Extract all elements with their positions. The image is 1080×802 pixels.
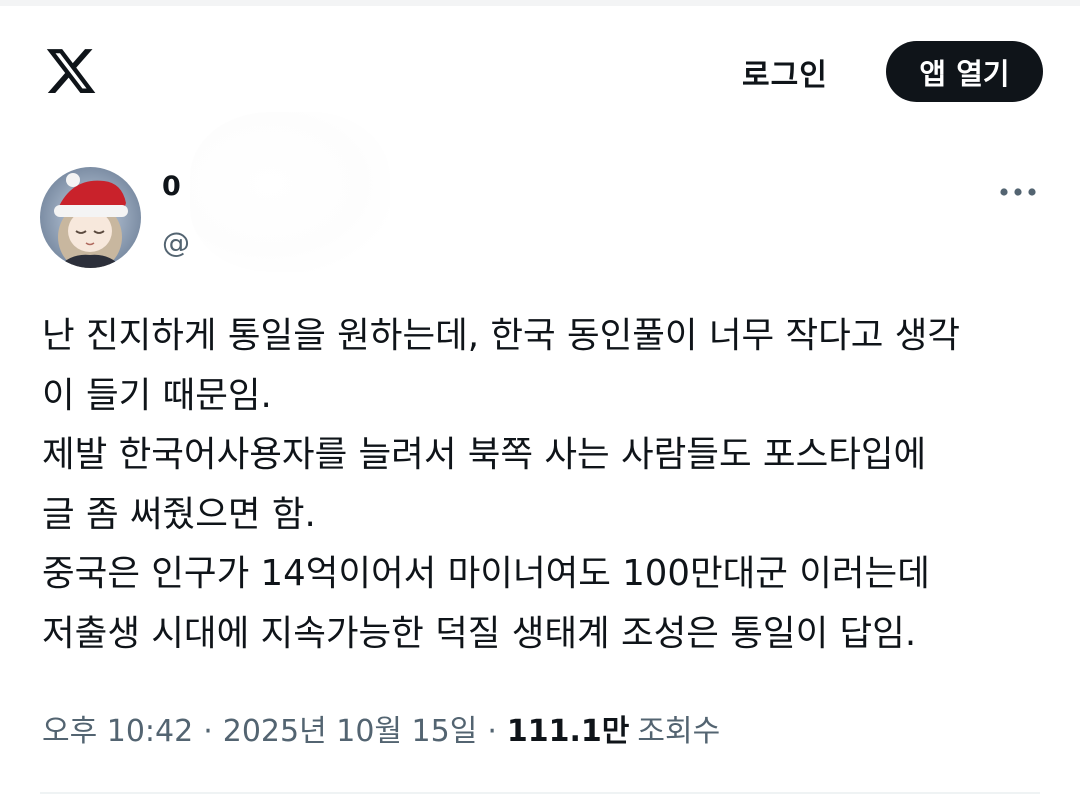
- redaction-mark: [190, 112, 390, 272]
- tweet-text-line: 난 진지하게 통일을 원하는데, 한국 동인풀이 너무 작다고 생각: [42, 315, 961, 356]
- open-app-label: 앱 열기: [919, 56, 1010, 91]
- x-logo-icon[interactable]: [44, 44, 98, 98]
- login-link[interactable]: 로그인: [742, 50, 828, 94]
- tweet-text-line: 중국은 인구가 14억이어서 마이너여도 100만대군 이러는데: [42, 553, 930, 594]
- meta-separator: ·: [203, 714, 213, 749]
- views-count: 111.1만: [506, 714, 630, 749]
- avatar-image: [40, 167, 141, 268]
- tweet-text-line: 저출생 시대에 지속가능한 덕질 생태계 조성은 통일이 답임.: [42, 612, 917, 654]
- meta-separator: ·: [487, 714, 497, 749]
- author-display-name[interactable]: 0: [162, 171, 181, 202]
- tweet-text: 난 진지하게 통일을 원하는데, 한국 동인풀이 너무 작다고 생각 이 들기 …: [42, 306, 1042, 663]
- tweet-time[interactable]: 오후 10:42: [42, 706, 193, 750]
- author-handle[interactable]: @: [162, 226, 190, 259]
- open-app-button[interactable]: 앱 열기: [886, 41, 1043, 102]
- tweet-text-line: 제발 한국어사용자를 늘려서 북쪽 사는 사람들도 포스타입에: [42, 434, 927, 475]
- tweet-text-line: 이 들기 때문임.: [42, 374, 272, 416]
- tweet-text-line: 글 좀 써줬으면 함.: [42, 493, 316, 535]
- tweet-date[interactable]: 2025년 10월 15일: [223, 706, 478, 750]
- views-label: 조회수: [637, 714, 721, 749]
- top-divider: [0, 0, 1080, 6]
- tweet-meta: 오후 10:42 · 2025년 10월 15일 · 111.1만 조회수: [42, 706, 720, 750]
- avatar[interactable]: [40, 167, 141, 268]
- more-options-icon[interactable]: [998, 180, 1038, 204]
- bottom-divider: [40, 792, 1040, 794]
